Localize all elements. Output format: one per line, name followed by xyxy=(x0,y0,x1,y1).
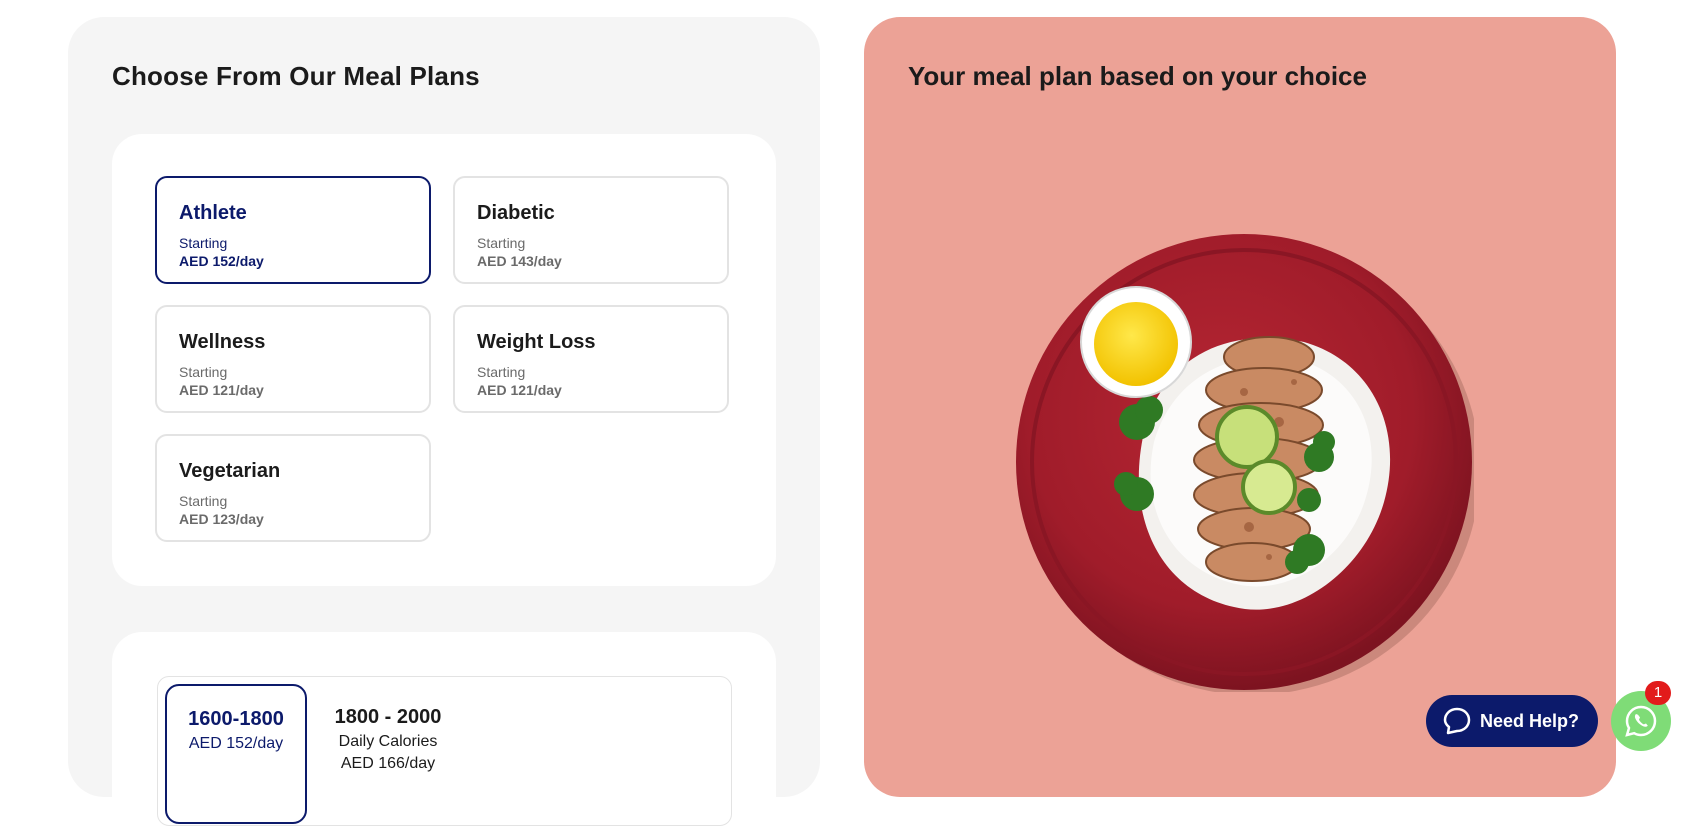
meal-preview-title: Your meal plan based on your choice xyxy=(908,61,1367,91)
plan-price: AED 152/day xyxy=(179,253,264,269)
plan-starting-label: Starting xyxy=(477,364,526,380)
plan-price: AED 143/day xyxy=(477,253,562,269)
calorie-selector: 1600-1800 AED 152/day 1800 - 2000 Daily … xyxy=(157,676,732,826)
need-help-label: Need Help? xyxy=(1480,710,1580,731)
calorie-label: Daily Calories xyxy=(338,733,438,750)
plan-starting-label: Starting xyxy=(179,364,228,380)
plan-name: Wellness xyxy=(179,331,266,353)
whatsapp-icon xyxy=(1625,705,1657,737)
plan-price: AED 123/day xyxy=(179,511,264,527)
calorie-options-card: 1600-1800 AED 152/day 1800 - 2000 Daily … xyxy=(112,632,776,832)
plan-starting-label: Starting xyxy=(179,235,228,251)
chat-bubble-icon xyxy=(1443,707,1471,735)
notification-badge: 1 xyxy=(1645,681,1671,705)
calorie-range: 1600-1800 xyxy=(188,708,284,730)
plan-option-wellness[interactable]: Wellness Starting AED 121/day xyxy=(155,305,431,413)
calorie-option-1800-2000[interactable]: 1800 - 2000 Daily Calories AED 166/day xyxy=(323,684,453,773)
plan-price: AED 121/day xyxy=(179,382,264,398)
meal-plans-title: Choose From Our Meal Plans xyxy=(112,61,480,91)
plan-name: Diabetic xyxy=(477,202,555,224)
need-help-button[interactable]: Need Help? xyxy=(1426,695,1598,747)
plan-name: Athlete xyxy=(179,202,247,224)
plan-options-card: Athlete Starting AED 152/day Diabetic St… xyxy=(112,134,776,586)
meal-preview-panel: Your meal plan based on your choice xyxy=(864,17,1616,797)
plan-name: Weight Loss xyxy=(477,331,596,353)
calorie-range: 1800 - 2000 xyxy=(334,706,442,728)
plan-starting-label: Starting xyxy=(179,493,228,509)
calorie-price: AED 166/day xyxy=(340,755,436,772)
calorie-price: AED 152/day xyxy=(188,735,284,752)
plan-option-diabetic[interactable]: Diabetic Starting AED 143/day xyxy=(453,176,729,284)
plan-option-athlete[interactable]: Athlete Starting AED 152/day xyxy=(155,176,431,284)
calorie-option-1600-1800[interactable]: 1600-1800 AED 152/day xyxy=(165,684,307,824)
meal-plate-image xyxy=(1016,234,1474,692)
meal-plans-panel: Choose From Our Meal Plans Athlete Start… xyxy=(68,17,820,832)
plan-option-weight-loss[interactable]: Weight Loss Starting AED 121/day xyxy=(453,305,729,413)
plan-starting-label: Starting xyxy=(477,235,526,251)
plan-option-vegetarian[interactable]: Vegetarian Starting AED 123/day xyxy=(155,434,431,542)
plan-price: AED 121/day xyxy=(477,382,562,398)
plan-name: Vegetarian xyxy=(179,460,281,482)
